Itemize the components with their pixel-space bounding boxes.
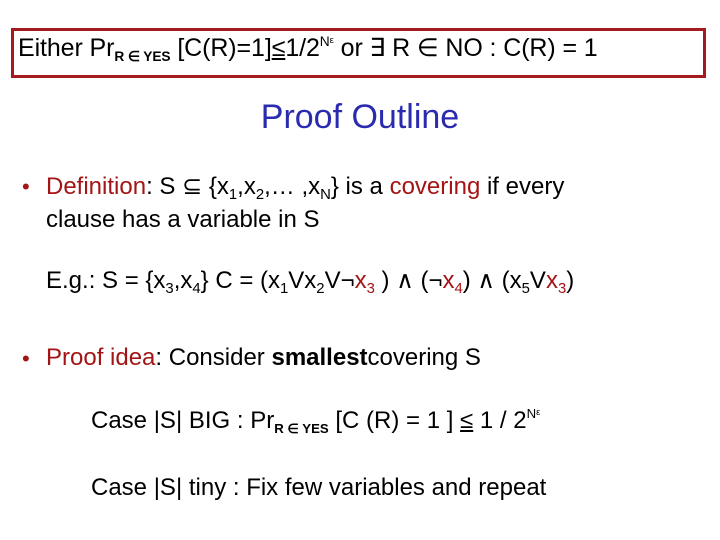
case-big-line: Case |S| BIG : PrR ∈ YES [C (R) = 1 ] ≤ … [91, 406, 540, 437]
proof-idea-text: covering S [367, 344, 481, 371]
subscript: 3 [165, 280, 174, 297]
var: x [545, 267, 558, 294]
subscript: R ∈ YES [274, 420, 329, 436]
claim-leq: ≤ [271, 34, 286, 62]
example-text: Vx [288, 267, 317, 294]
covering-term: covering [389, 173, 481, 200]
definition-label: Definition [46, 173, 147, 200]
claim-either: Either Pr [18, 34, 115, 62]
highlighted-var-x3: x3 [354, 267, 375, 297]
claim-subscript: R ∈ YES [114, 49, 171, 65]
proof-idea-line: Proof idea: Consider smallestcovering S [46, 344, 481, 372]
definition-text: ,… ,x [264, 173, 321, 200]
example-text: E.g.: S = {x [46, 267, 166, 294]
definition-text: ,x [237, 173, 256, 200]
example-text: V [529, 267, 546, 294]
leq-symbol: ≤ [460, 406, 474, 434]
var: x [354, 267, 367, 294]
definition-line-2: clause has a variable in S [46, 206, 320, 233]
case-text: Case |S| BIG : Pr [91, 406, 275, 434]
sup-n: N [526, 406, 537, 421]
subscript: 3 [557, 280, 567, 297]
subscript: N [320, 186, 331, 203]
smallest-term: smallest [271, 344, 368, 371]
claim-statement: Either PrR ∈ YES [C(R)=1]≤1/2Nε or ∃ R ∈… [18, 33, 598, 65]
claim-sup: Nε [320, 34, 334, 49]
subscript: 5 [521, 280, 530, 297]
claim-or-part: or ∃ R ∈ NO : C(R) = 1 [333, 34, 598, 62]
example-text: ) [566, 267, 575, 294]
case-tiny-line: Case |S| tiny : Fix few variables and re… [91, 474, 547, 501]
case-text: [C (R) = 1 ] [328, 406, 461, 434]
claim-sup-n: N [319, 33, 330, 49]
example-line: E.g.: S = {x3,x4} C = (x1Vx2V¬x3 ) ∧ (¬x… [46, 266, 574, 297]
claim-frac: 1/2 [285, 34, 320, 62]
bullet-icon: • [22, 174, 30, 199]
subscript: 2 [255, 186, 265, 203]
claim-expr: [C(R)=1] [170, 34, 272, 62]
proof-idea-label: Proof idea [46, 344, 156, 371]
example-text: ) ∧ (¬ [374, 267, 443, 294]
bullet-icon: • [22, 346, 30, 371]
subscript: 1 [228, 186, 238, 203]
definition-text: if every [480, 173, 565, 200]
case-text: 1 / 2 [473, 406, 527, 434]
subscript: 2 [316, 280, 325, 297]
subscript: 4 [192, 280, 201, 297]
highlighted-var-x4: x4 [442, 267, 463, 297]
var: x [442, 267, 455, 294]
case-sup: Nε [527, 406, 541, 421]
subscript: 3 [366, 280, 375, 297]
example-text: } C = (x [200, 267, 280, 294]
highlighted-var-x3: x3 [545, 267, 567, 297]
example-text: V¬ [324, 267, 355, 294]
sup-eps: ε [536, 407, 541, 418]
proof-idea-text: : Consider [155, 344, 272, 371]
definition-line-1: Definition: S ⊆ {x1,x2,… ,xN} is a cover… [46, 172, 564, 203]
definition-text: } is a [330, 173, 390, 200]
example-text: ) ∧ (x [462, 267, 522, 294]
slide-title: Proof Outline [260, 98, 460, 136]
example-text: ,x [173, 267, 193, 294]
definition-text: : S ⊆ {x [146, 173, 229, 200]
subscript: 4 [454, 280, 463, 297]
